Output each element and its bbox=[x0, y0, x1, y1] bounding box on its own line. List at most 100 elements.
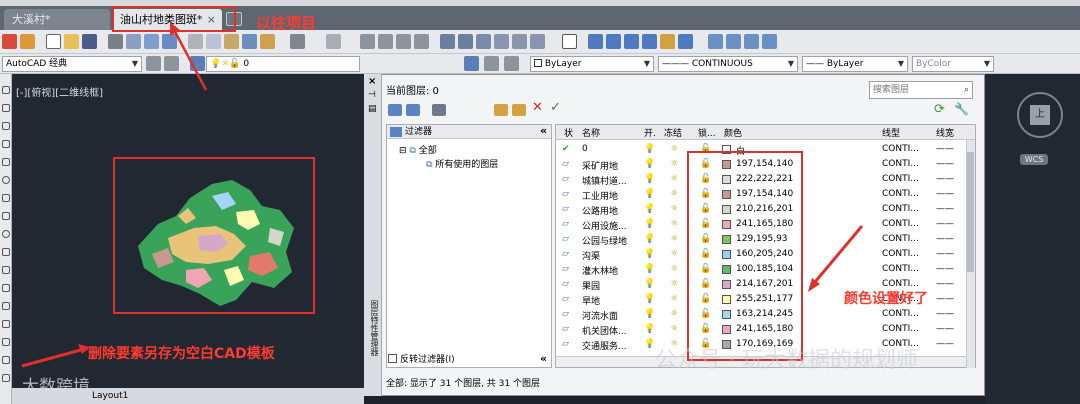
layer-lineweight[interactable]: —— bbox=[936, 339, 954, 349]
text-tool-icon[interactable] bbox=[2, 374, 10, 382]
delete-layer-icon[interactable]: ✕ bbox=[532, 100, 543, 115]
layer-select[interactable]: 💡☼🔓 0 bbox=[206, 56, 360, 72]
zoom-window-icon[interactable] bbox=[396, 34, 411, 49]
sun-icon[interactable]: ☼ bbox=[670, 204, 678, 214]
layer-previous-icon[interactable] bbox=[484, 56, 499, 71]
properties-icon[interactable] bbox=[440, 34, 455, 49]
publish-icon[interactable] bbox=[144, 34, 159, 49]
plotstyle-select[interactable]: ByColor ▼ bbox=[912, 56, 994, 72]
layer-name[interactable]: 河流水面 bbox=[582, 309, 618, 322]
lightbulb-icon[interactable]: 💡 bbox=[644, 279, 655, 289]
column-lock[interactable]: 锁... bbox=[698, 126, 716, 139]
preview-icon[interactable] bbox=[126, 34, 141, 49]
column-color[interactable]: 颜色 bbox=[724, 126, 742, 139]
properties-icon[interactable]: ▤ bbox=[368, 104, 377, 114]
tool-palette-icon[interactable] bbox=[476, 34, 491, 49]
sun-icon[interactable]: ☼ bbox=[670, 264, 678, 274]
settings-icon[interactable]: 🔧 bbox=[954, 102, 969, 116]
workspace-select[interactable]: AutoCAD 经典 ▼ bbox=[2, 56, 142, 72]
lightbulb-icon[interactable]: 💡 bbox=[644, 249, 655, 259]
sun-icon[interactable]: ☼ bbox=[670, 279, 678, 289]
design-center-icon[interactable] bbox=[458, 34, 473, 49]
lightbulb-icon[interactable]: 💡 bbox=[644, 264, 655, 274]
lightbulb-icon[interactable]: 💡 bbox=[644, 174, 655, 184]
layer-lineweight[interactable]: —— bbox=[936, 174, 954, 184]
layer-name[interactable]: 机关团体... bbox=[582, 324, 627, 337]
layer-lineweight[interactable]: —— bbox=[936, 204, 954, 214]
sun-icon[interactable]: ☼ bbox=[670, 159, 678, 169]
sun-icon[interactable]: ☼ bbox=[670, 219, 678, 229]
tree-node-all[interactable]: ⊟ ⧉ 全部 bbox=[399, 143, 437, 156]
layer-name[interactable]: 交通服务... bbox=[582, 339, 627, 352]
layer-linetype[interactable]: CONTI... bbox=[882, 204, 919, 214]
polyline-tool-icon[interactable] bbox=[2, 104, 10, 112]
circle-tool-icon[interactable] bbox=[2, 176, 10, 184]
new-property-filter-icon[interactable] bbox=[388, 104, 402, 116]
rectangle-tool-icon[interactable] bbox=[2, 140, 10, 148]
layer-lineweight[interactable]: —— bbox=[936, 264, 954, 274]
tool-icon[interactable] bbox=[20, 34, 35, 49]
calculator-icon[interactable] bbox=[530, 34, 545, 49]
layer-lineweight[interactable]: —— bbox=[936, 309, 954, 319]
zoom-previous-icon[interactable] bbox=[414, 34, 429, 49]
lightbulb-icon[interactable]: 💡 bbox=[644, 189, 655, 199]
arc-tool-icon[interactable] bbox=[2, 158, 10, 166]
make-current-icon[interactable] bbox=[464, 56, 479, 71]
viewcube-top-face[interactable]: 上 bbox=[1030, 105, 1050, 125]
app-icon[interactable] bbox=[2, 34, 17, 49]
layer-linetype[interactable]: CONTI... bbox=[882, 219, 919, 229]
layer-name[interactable]: 0 bbox=[582, 144, 588, 154]
layer-lineweight[interactable]: —— bbox=[936, 189, 954, 199]
layer-tool-icon[interactable] bbox=[678, 34, 693, 49]
layer-lineweight[interactable]: —— bbox=[936, 279, 954, 289]
layer-linetype[interactable]: CONTI... bbox=[882, 144, 919, 154]
lightbulb-icon[interactable]: 💡 bbox=[644, 324, 655, 334]
sun-icon[interactable]: ☼ bbox=[670, 309, 678, 319]
paste-icon[interactable] bbox=[224, 34, 239, 49]
column-status[interactable]: 状 bbox=[564, 126, 573, 139]
cloud-tool-icon[interactable] bbox=[2, 194, 10, 202]
layout-tab[interactable]: Layout1 bbox=[92, 391, 128, 401]
line-tool-icon[interactable] bbox=[2, 86, 10, 94]
layer-isolate-icon[interactable] bbox=[726, 34, 741, 49]
sheet-set-icon[interactable] bbox=[494, 34, 509, 49]
layer-linetype[interactable]: CONTI... bbox=[882, 174, 919, 184]
point-tool-icon[interactable] bbox=[2, 284, 10, 292]
layer-name[interactable]: 公园与绿地 bbox=[582, 234, 627, 247]
open-folder-icon[interactable] bbox=[64, 34, 79, 49]
new-vp-frozen-layer-icon[interactable] bbox=[512, 104, 526, 116]
layer-lineweight[interactable]: —— bbox=[936, 249, 954, 259]
hatch-tool-icon[interactable] bbox=[2, 302, 10, 310]
column-on[interactable]: 开. bbox=[644, 126, 656, 139]
lightbulb-icon[interactable]: 💡 bbox=[644, 159, 655, 169]
layer-linetype[interactable]: CONTI... bbox=[882, 309, 919, 319]
layer-state-icon[interactable] bbox=[504, 56, 519, 71]
ellipse-tool-icon[interactable] bbox=[2, 230, 10, 238]
collapse-filter-button[interactable]: « bbox=[540, 124, 547, 137]
lightbulb-icon[interactable]: 💡 bbox=[644, 204, 655, 214]
layer-name[interactable]: 公用设施... bbox=[582, 219, 627, 232]
layer-name[interactable]: 灌木林地 bbox=[582, 264, 618, 277]
layer-linetype[interactable]: CONTI... bbox=[882, 264, 919, 274]
viewport-label[interactable]: [-][俯视][二维线框] bbox=[16, 84, 103, 99]
help-icon[interactable] bbox=[562, 34, 577, 49]
new-layer-icon[interactable] bbox=[494, 104, 508, 116]
tree-node-used-layers[interactable]: ⧉ 所有使用的图层 bbox=[426, 157, 498, 170]
layer-name[interactable]: 采矿用地 bbox=[582, 159, 618, 172]
layer-lineweight[interactable]: —— bbox=[936, 219, 954, 229]
layer-tool-icon[interactable] bbox=[642, 34, 657, 49]
markup-icon[interactable] bbox=[512, 34, 527, 49]
expander-icon[interactable]: ⊟ bbox=[399, 146, 409, 156]
layer-linetype[interactable]: CONTI... bbox=[882, 234, 919, 244]
lightbulb-icon[interactable]: 💡 bbox=[644, 309, 655, 319]
region-tool-icon[interactable] bbox=[2, 338, 10, 346]
sun-icon[interactable]: ☼ bbox=[670, 324, 678, 334]
column-lineweight[interactable]: 线宽 bbox=[936, 126, 954, 139]
layer-linetype[interactable]: CONTI... bbox=[882, 159, 919, 169]
gear-icon[interactable] bbox=[146, 56, 161, 71]
wcs-menu[interactable]: WCS bbox=[1020, 154, 1048, 165]
insert-block-icon[interactable] bbox=[2, 248, 10, 256]
make-block-icon[interactable] bbox=[2, 266, 10, 274]
refresh-icon[interactable]: ⟳ bbox=[934, 102, 945, 117]
layer-linetype[interactable]: CONTI... bbox=[882, 249, 919, 259]
